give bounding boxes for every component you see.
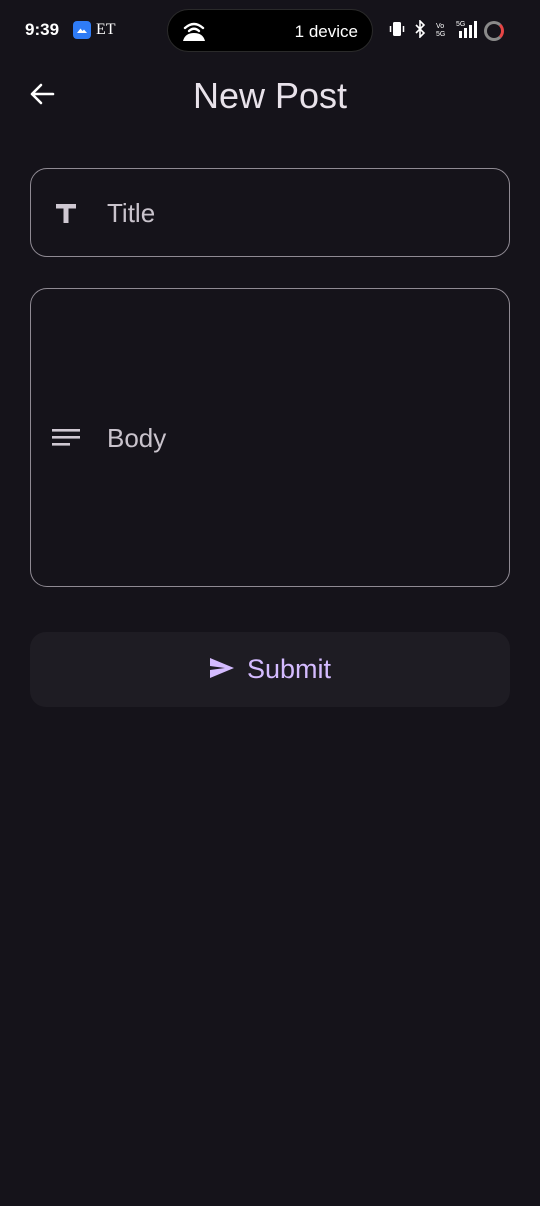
body-input[interactable] [107, 419, 489, 457]
vibrate-icon [389, 20, 405, 43]
arrow-left-icon [28, 80, 56, 113]
body-field[interactable] [30, 288, 510, 587]
svg-text:5G: 5G [456, 21, 465, 28]
title-input[interactable] [107, 195, 489, 231]
battery-ring-icon [484, 21, 504, 41]
status-time: 9:39 [25, 20, 60, 39]
hotspot-pill[interactable]: 1 device [167, 9, 373, 52]
svg-text:Vo: Vo [436, 23, 444, 30]
volte-icon: Vo 5G [435, 20, 447, 43]
page-title: New Post [192, 75, 348, 116]
hotspot-device-count: 1 device [294, 22, 358, 41]
hotspot-icon [181, 19, 207, 43]
screen: 9:39 ET 1 device Vo 5G 5G New Post Title… [0, 0, 540, 1206]
title-field[interactable] [30, 168, 510, 257]
signal-5g-icon: 5G [456, 19, 480, 44]
submit-button[interactable]: Submit [30, 632, 510, 707]
text-title-icon [51, 198, 81, 228]
svg-text:5G: 5G [436, 31, 445, 38]
status-bar: 9:39 ET 1 device Vo 5G 5G [0, 0, 540, 62]
carrier-label: ET [96, 21, 116, 38]
submit-label: Submit [246, 654, 332, 684]
app-notification-icon [73, 21, 91, 39]
status-icons: Vo 5G 5G [389, 18, 480, 44]
bluetooth-icon [414, 18, 426, 43]
back-button[interactable] [22, 74, 62, 118]
notes-lines-icon [51, 423, 81, 453]
send-icon [209, 656, 235, 683]
